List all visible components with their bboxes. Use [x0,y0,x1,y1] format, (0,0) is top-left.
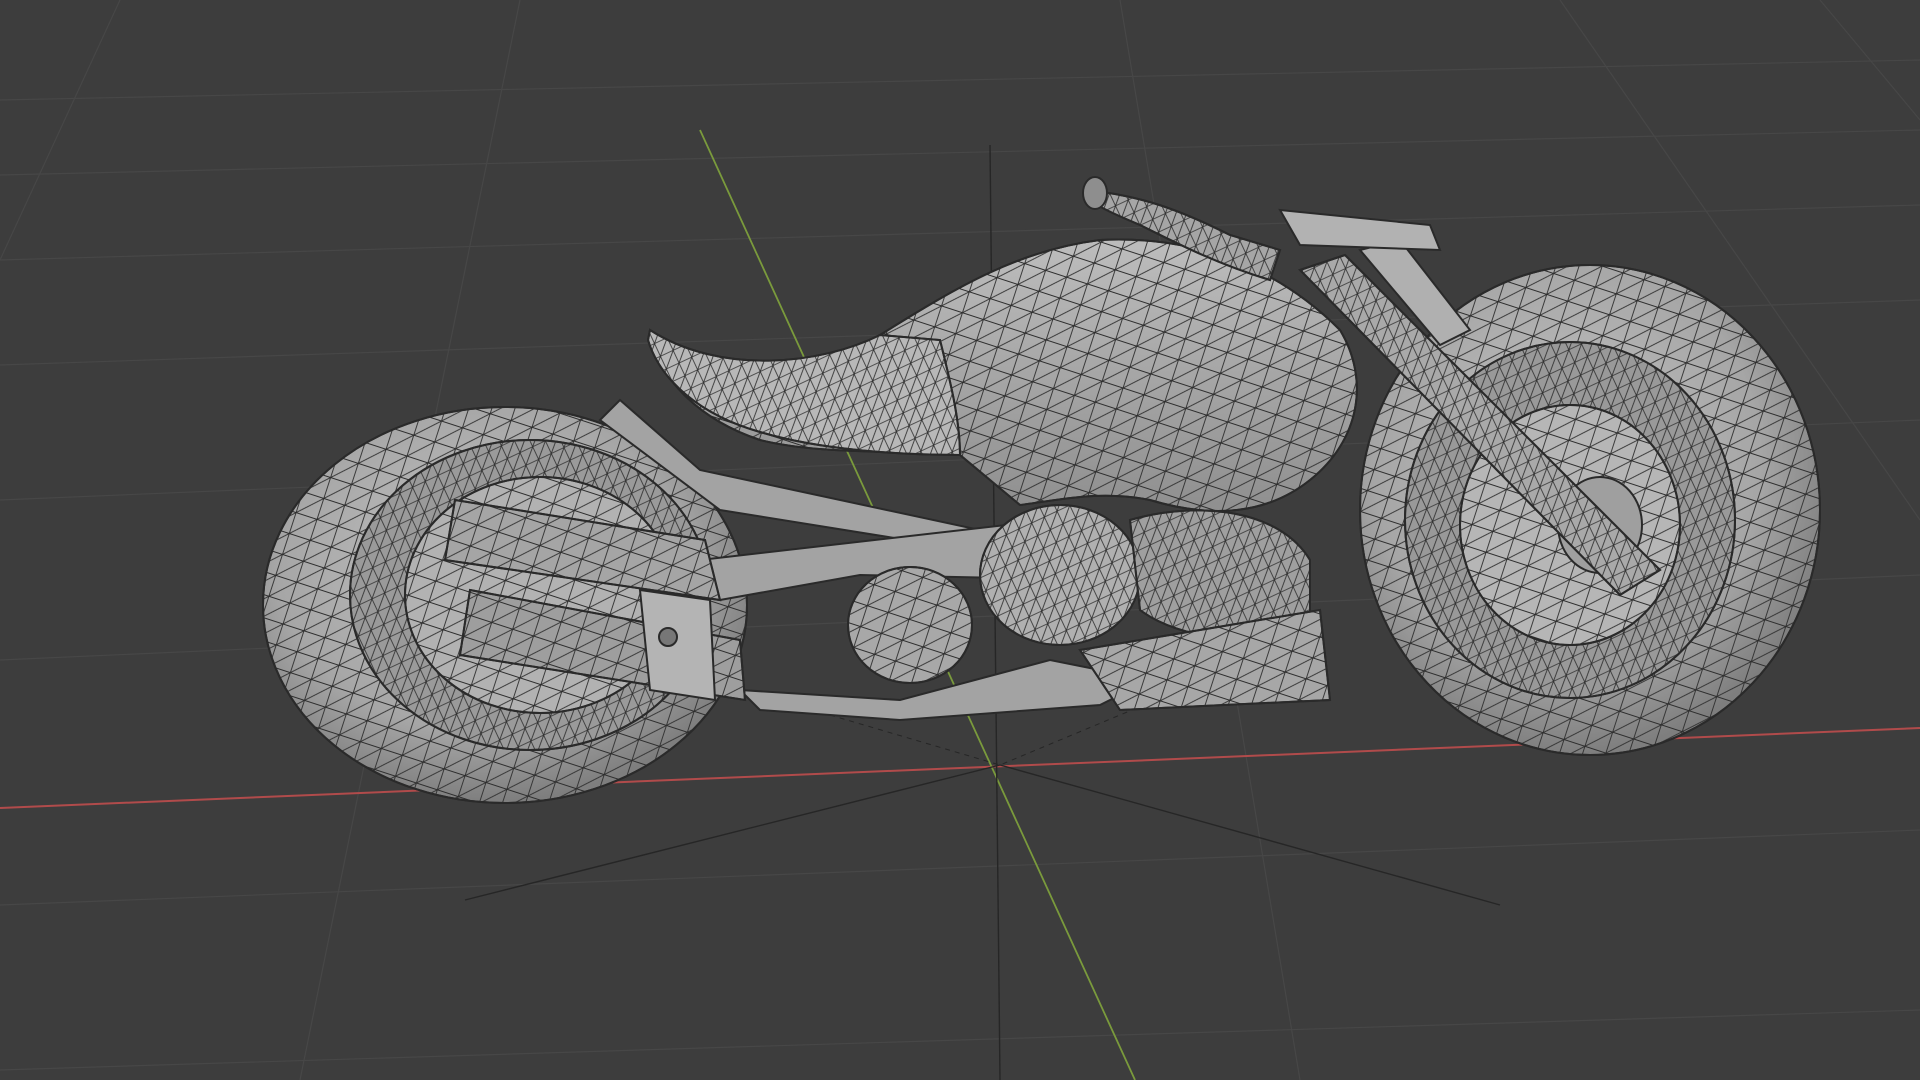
motorcycle-mesh[interactable] [262,176,1821,804]
3d-viewport[interactable] [0,0,1920,1080]
viewport-canvas[interactable] [0,0,1920,1080]
seat [646,328,962,457]
